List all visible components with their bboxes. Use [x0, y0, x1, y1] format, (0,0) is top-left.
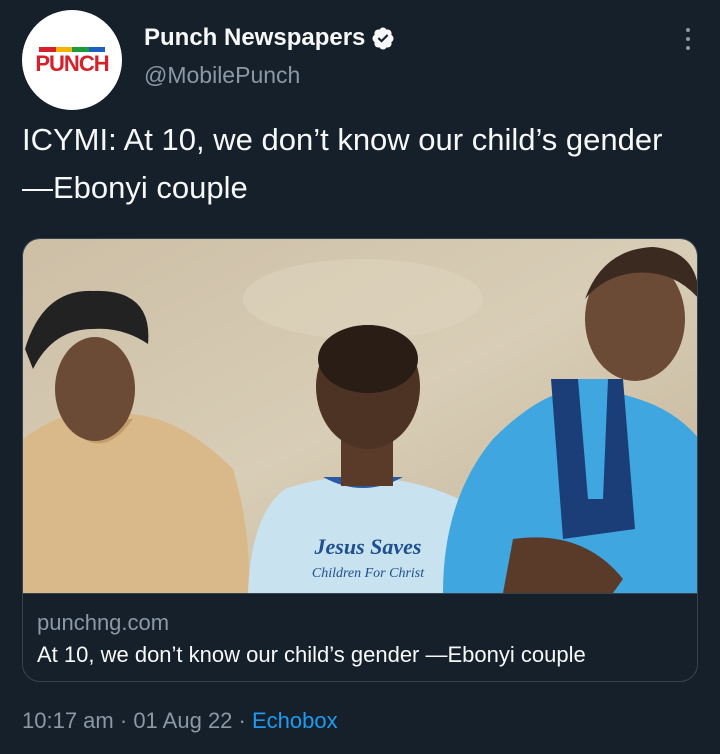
meta-separator: · — [238, 708, 246, 733]
account-names: Punch Newspapers @MobilePunch — [144, 24, 395, 89]
tweet-source[interactable]: Echobox — [252, 708, 338, 733]
card-footer[interactable]: punchng.com At 10, we don’t know our chi… — [23, 593, 697, 681]
card-domain[interactable]: punchng.com — [37, 610, 169, 636]
tweet-text: ICYMI: At 10, we don’t know our child’s … — [22, 122, 663, 205]
display-name-row[interactable]: Punch Newspapers — [144, 24, 395, 52]
logo-wordmark: PUNCH — [35, 51, 109, 76]
punch-logo: PUNCH — [33, 47, 111, 76]
link-card[interactable]: Jesus Saves Children For Christ punchng.… — [22, 238, 698, 682]
tweet-time[interactable]: 10:17 am — [22, 708, 114, 733]
avatar[interactable]: PUNCH — [22, 10, 122, 110]
card-image[interactable]: Jesus Saves Children For Christ — [23, 239, 698, 593]
card-title[interactable]: At 10, we don’t know our child’s gender … — [37, 642, 586, 668]
display-name[interactable]: Punch Newspapers — [144, 24, 365, 52]
more-options-icon[interactable] — [684, 28, 692, 54]
account-handle[interactable]: @MobilePunch — [144, 62, 395, 89]
tweet-meta: 10:17 am · 01 Aug 22 · Echobox — [22, 708, 338, 734]
verified-badge-icon — [372, 27, 394, 50]
meta-separator: · — [119, 708, 128, 733]
shirt-text-line1: Jesus Saves — [314, 534, 422, 559]
tweet-date[interactable]: 01 Aug 22 — [133, 708, 232, 733]
shirt-text-line2: Children For Christ — [312, 566, 425, 581]
tweet-header: PUNCH Punch Newspapers @MobilePunch — [22, 10, 700, 110]
